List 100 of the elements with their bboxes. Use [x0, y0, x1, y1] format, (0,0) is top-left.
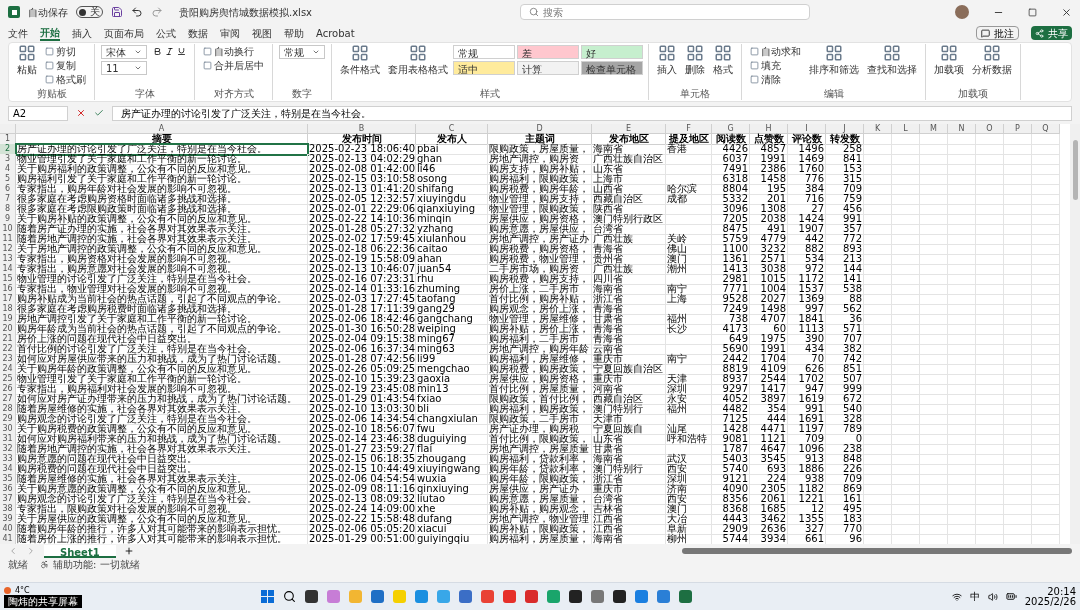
accessibility-status[interactable]: 辅助功能: 一切就绪 — [53, 558, 140, 571]
ribbon-button[interactable]: 格式 — [709, 44, 737, 88]
avatar[interactable] — [955, 5, 969, 19]
clock-date[interactable]: 2025/2/26 — [1024, 596, 1076, 607]
cell-style-swatch[interactable]: 检查单元格 — [581, 61, 643, 75]
bold-icon[interactable] — [153, 46, 162, 56]
table-cell: osong — [416, 174, 488, 185]
cell-style-swatch[interactable]: 常规 — [453, 45, 515, 59]
comments-button[interactable]: 批注 — [976, 26, 1019, 40]
ribbon-button[interactable]: 排序和筛选 — [805, 44, 863, 88]
italic-icon[interactable] — [165, 46, 174, 56]
cell-style-swatch[interactable]: 好 — [581, 45, 643, 59]
table-cell: 709 — [826, 474, 864, 485]
app-icon[interactable] — [305, 590, 319, 603]
share-button[interactable]: 共享 — [1031, 26, 1072, 40]
ribbon-button[interactable]: 合并后居中 — [199, 58, 268, 72]
table-cell: 1907 — [788, 224, 826, 235]
check-icon[interactable] — [94, 108, 104, 118]
ribbon-button[interactable]: 套用表格格式 — [384, 44, 452, 88]
ribbon-button[interactable]: 删除 — [681, 44, 709, 88]
column-header[interactable]: B — [308, 124, 416, 134]
column-header[interactable]: K — [864, 124, 892, 134]
column-header[interactable]: P — [1004, 124, 1032, 134]
column-header[interactable]: O — [976, 124, 1004, 134]
cell-style-swatch[interactable]: 差 — [517, 45, 579, 59]
ribbon-button[interactable]: 自动换行 — [199, 44, 268, 58]
table-cell — [666, 214, 712, 225]
ribbon-button[interactable]: 剪切 — [41, 44, 90, 58]
dropdown-field[interactable]: 常规 — [279, 45, 325, 59]
cancel-icon[interactable] — [76, 108, 86, 118]
weather-icon — [4, 586, 11, 594]
dropdown-field[interactable]: 宋体 — [101, 45, 147, 59]
ribbon-button[interactable]: 自动求和 — [746, 44, 805, 58]
formula-field[interactable]: 房产证办理的讨论引发了广泛关注，特别是在当今社会。 — [112, 105, 1072, 121]
menu-tab[interactable]: 文件 — [8, 25, 28, 41]
column-header[interactable]: H — [750, 124, 788, 134]
search-icon[interactable] — [283, 590, 297, 603]
empty-cell — [892, 234, 920, 245]
ribbon-button[interactable]: 加载项 — [930, 44, 968, 88]
save-icon[interactable] — [111, 6, 123, 18]
ribbon-button[interactable]: 格式刷 — [41, 72, 90, 86]
empty-cell — [920, 224, 948, 235]
cell-style-swatch[interactable]: 适中 — [453, 61, 515, 75]
ribbon-button[interactable]: 插入 — [653, 44, 681, 88]
column-header[interactable]: C — [416, 124, 488, 134]
column-header[interactable]: L — [892, 124, 920, 134]
menu-tab[interactable]: 数据 — [188, 25, 208, 41]
table-cell: 3897 — [750, 394, 788, 405]
table-cell: xhe — [416, 504, 488, 515]
column-header[interactable]: J — [826, 124, 864, 134]
app-icon[interactable] — [569, 590, 583, 603]
table-cell: 153 — [826, 164, 864, 175]
menu-tab[interactable]: 插入 — [72, 25, 92, 41]
underline-icon[interactable] — [177, 46, 186, 56]
menu-tab[interactable]: 公式 — [156, 25, 176, 41]
add-sheet-icon[interactable] — [123, 546, 134, 556]
wifi-icon[interactable] — [951, 591, 962, 602]
maximize-icon[interactable] — [1028, 7, 1037, 17]
empty-cell — [976, 474, 1004, 485]
menu-tab[interactable]: 审阅 — [220, 25, 240, 41]
ribbon-button[interactable]: 粘贴 — [13, 44, 41, 88]
name-box[interactable]: A2 — [8, 105, 68, 121]
dropdown-field[interactable]: 11 — [101, 61, 147, 75]
sheet-tab[interactable]: Sheet1 — [44, 544, 116, 558]
column-header[interactable]: A — [16, 124, 308, 134]
horizontal-scrollbar[interactable] — [682, 548, 1072, 554]
table-cell: 851 — [826, 364, 864, 375]
clock-time[interactable]: 20:14 — [1047, 586, 1076, 597]
empty-cell — [1032, 284, 1060, 295]
column-header[interactable]: Q — [1032, 124, 1060, 134]
undo-icon[interactable] — [131, 6, 143, 18]
search-field[interactable]: 搜索 — [520, 4, 810, 20]
column-header[interactable]: G — [712, 124, 750, 134]
input-method[interactable]: 中 — [969, 589, 980, 604]
redo-icon[interactable] — [151, 6, 163, 18]
cell-style-swatch[interactable]: 计算 — [517, 61, 579, 75]
column-header[interactable]: N — [948, 124, 976, 134]
close-icon[interactable] — [1061, 6, 1072, 18]
menu-tab[interactable]: 视图 — [252, 25, 272, 41]
column-header[interactable]: F — [666, 124, 712, 134]
column-header[interactable]: E — [592, 124, 666, 134]
ribbon-button[interactable]: 分析数据 — [968, 44, 1016, 88]
battery-icon[interactable] — [1005, 591, 1017, 602]
menu-tab[interactable]: Acrobat — [316, 25, 355, 41]
column-header[interactable]: M — [920, 124, 948, 134]
app-icon[interactable] — [613, 590, 627, 603]
ribbon-button[interactable]: 清除 — [746, 72, 805, 86]
start-icon[interactable] — [261, 590, 275, 603]
ribbon-button[interactable]: 复制 — [41, 58, 90, 72]
empty-cell — [948, 484, 976, 495]
volume-icon[interactable] — [987, 591, 998, 602]
ribbon-button[interactable]: 填充 — [746, 58, 805, 72]
table-cell: 成都 — [666, 194, 712, 205]
menu-tab[interactable]: 帮助 — [284, 25, 304, 41]
menu-tab[interactable]: 页面布局 — [104, 25, 144, 41]
column-header[interactable]: I — [788, 124, 826, 134]
ribbon-button[interactable]: 查找和选择 — [863, 44, 921, 88]
column-header[interactable]: D — [488, 124, 592, 134]
ribbon-button[interactable]: 条件格式 — [336, 44, 384, 88]
empty-cell — [948, 254, 976, 265]
